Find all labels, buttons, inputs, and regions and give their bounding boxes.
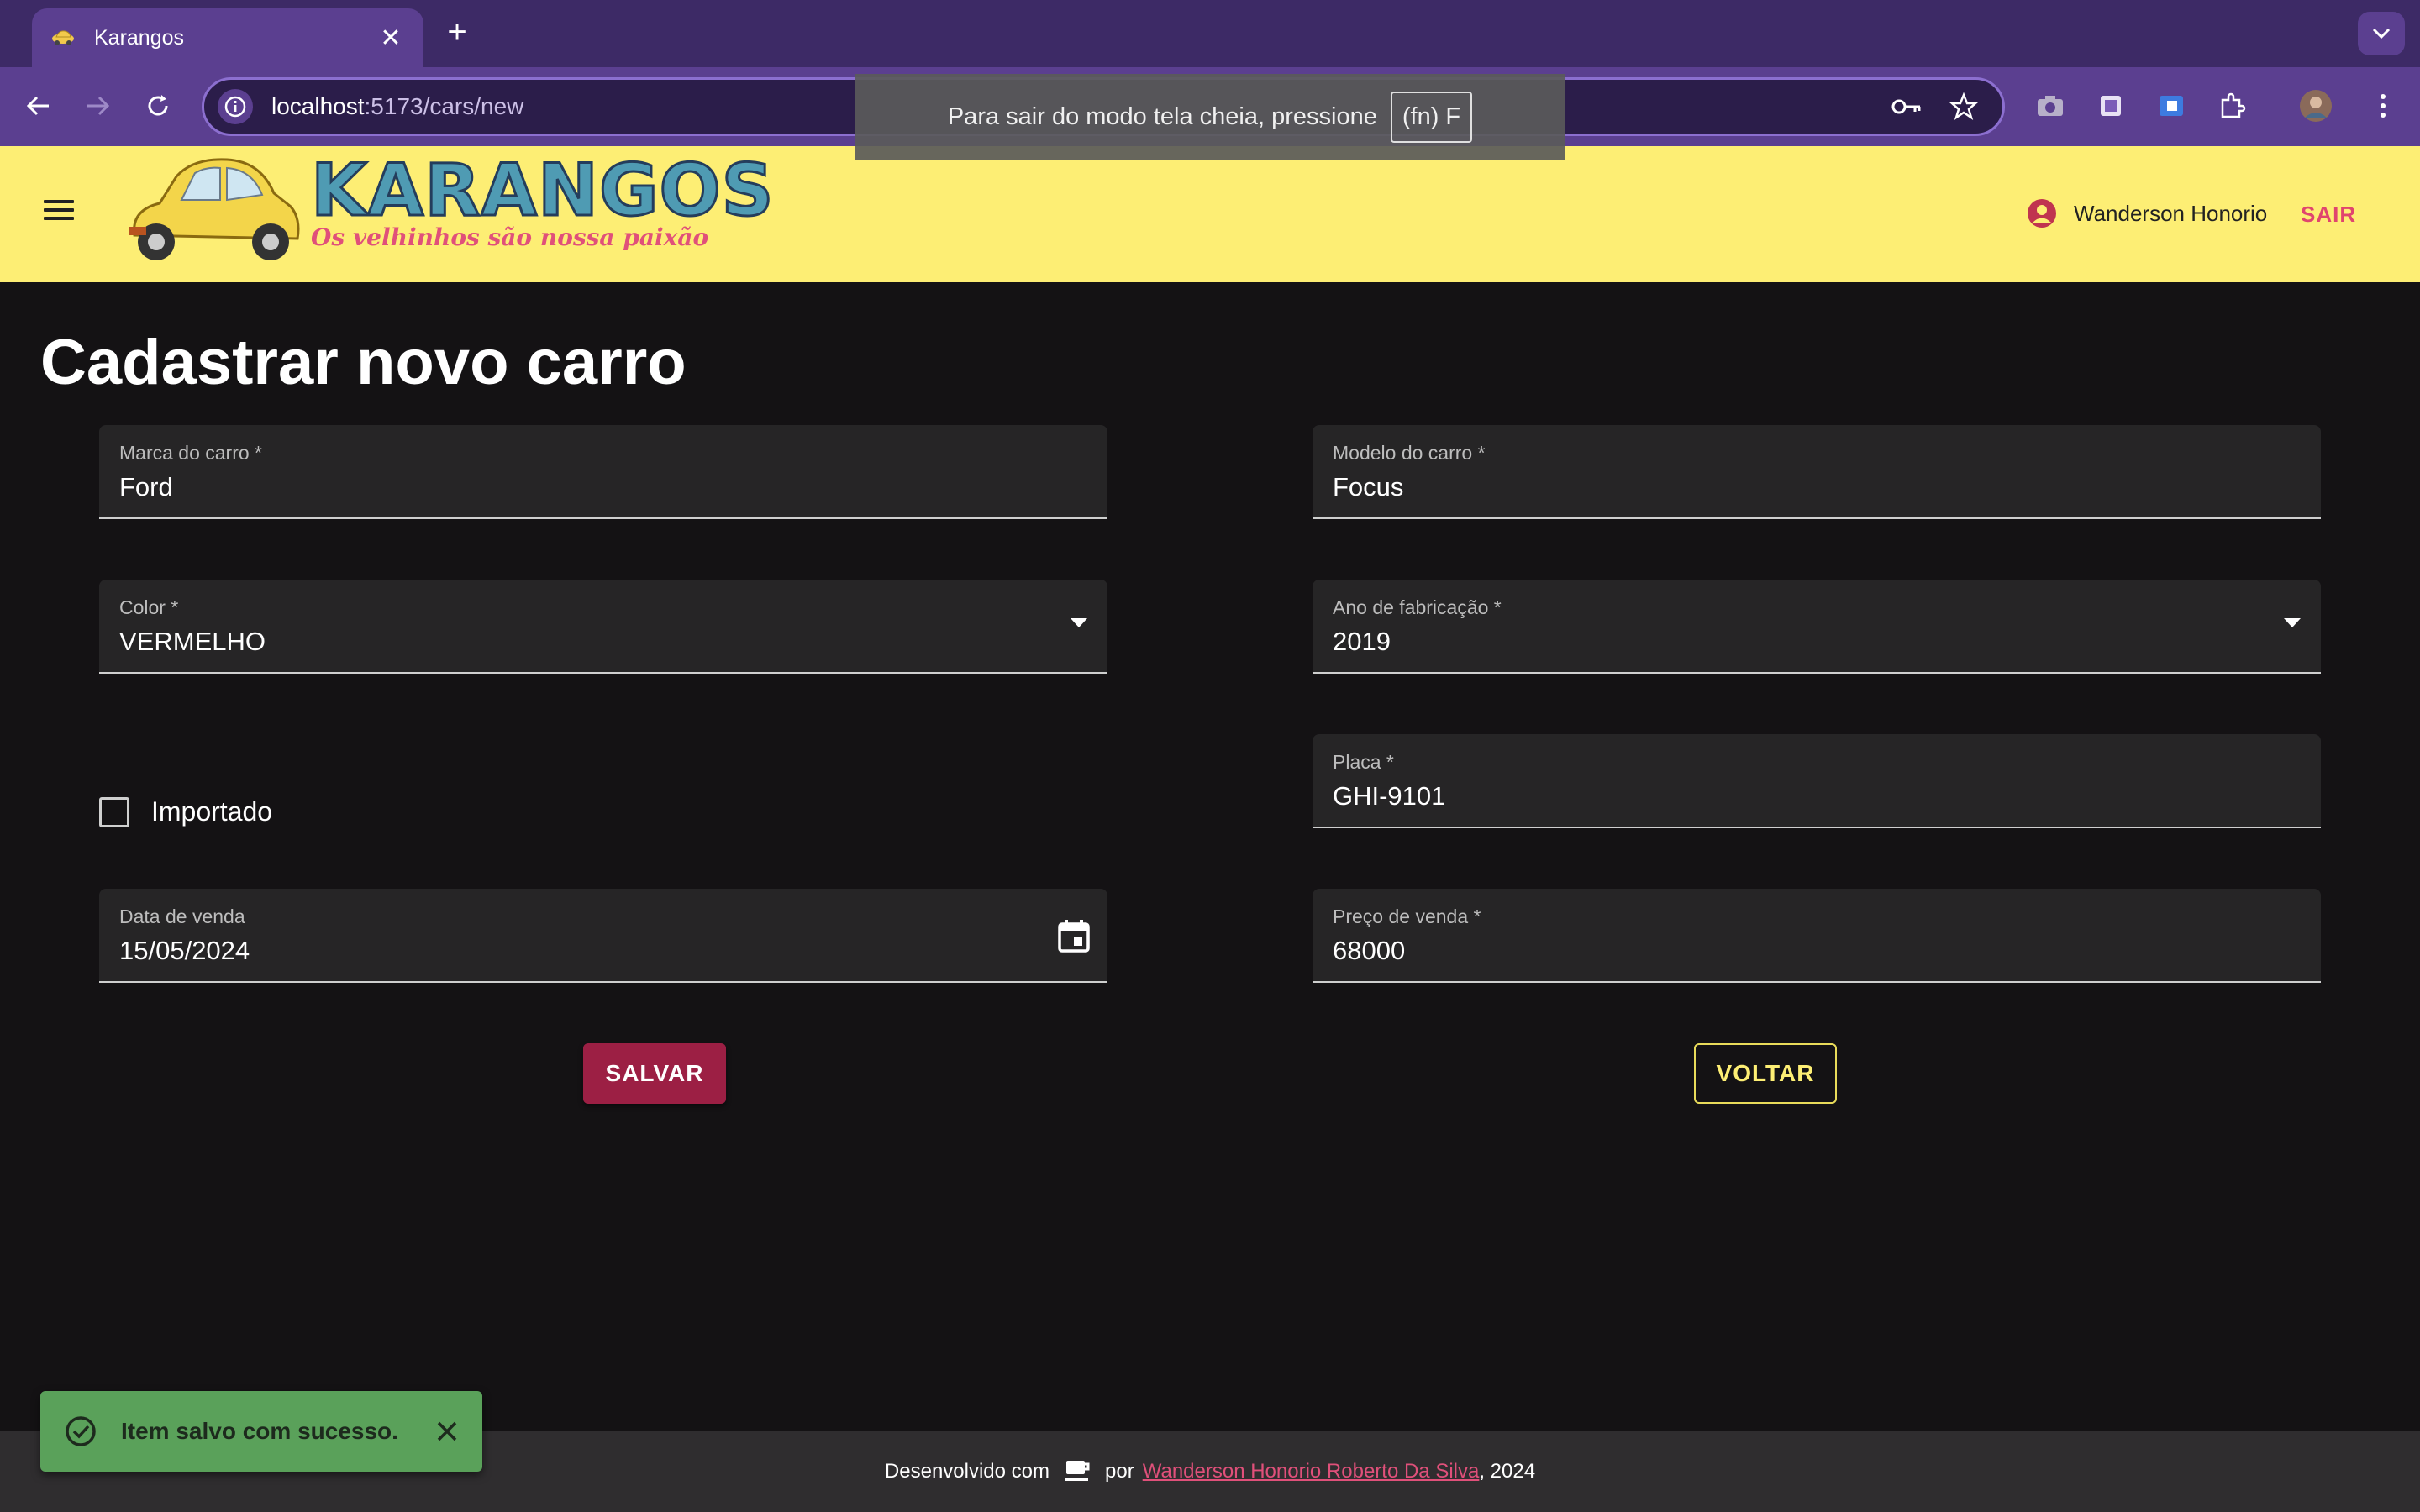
brand-label: Marca do carro * xyxy=(119,442,263,464)
logo-title: KARANGOS xyxy=(310,149,776,233)
camera-icon xyxy=(2038,96,2063,116)
fullscreen-notice-text: Para sair do modo tela cheia, pressione xyxy=(947,102,1377,130)
year-label: Ano de fabricação * xyxy=(1333,596,1502,618)
imported-label: Importado xyxy=(151,796,273,827)
extension-button-2[interactable] xyxy=(2153,87,2190,124)
logout-button[interactable]: SAIR xyxy=(2301,202,2356,228)
bookmark-button[interactable] xyxy=(1945,88,1982,125)
color-value: VERMELHO xyxy=(119,627,266,656)
browser-tab-bar: Karangos ✕ + xyxy=(0,0,2420,67)
color-select[interactable]: Color * VERMELHO xyxy=(99,580,1107,674)
chevron-down-icon xyxy=(2372,28,2391,39)
sale-price-label: Preço de venda * xyxy=(1333,906,1481,927)
back-nav-button[interactable] xyxy=(18,86,59,126)
url-host: localhost xyxy=(271,93,365,119)
sale-date-field[interactable]: Data de venda 15/05/2024 xyxy=(99,889,1107,983)
more-vert-icon xyxy=(2381,94,2386,118)
hamburger-icon xyxy=(44,200,74,203)
car-logo-icon xyxy=(129,158,300,260)
plate-label: Placa * xyxy=(1333,751,1394,773)
save-button[interactable]: SALVAR xyxy=(583,1043,726,1104)
author-link[interactable]: Wanderson Honorio Roberto Da Silva xyxy=(1143,1460,1480,1483)
dropdown-arrow-icon[interactable] xyxy=(2284,618,2301,628)
forward-nav-button[interactable] xyxy=(77,86,118,126)
coffee-icon xyxy=(1065,1461,1090,1481)
new-tab-button[interactable]: + xyxy=(440,13,474,51)
arrow-right-icon xyxy=(87,96,110,116)
year-value: 2019 xyxy=(1333,627,1391,656)
sale-date-label: Data de venda xyxy=(119,906,245,927)
site-info-button[interactable] xyxy=(218,89,253,124)
brand-field[interactable]: Marca do carro * Ford xyxy=(99,425,1107,519)
star-icon xyxy=(1949,92,1978,120)
reload-icon xyxy=(148,95,168,116)
snackbar-message: Item salvo com sucesso. xyxy=(121,1418,398,1444)
profile-avatar-button[interactable] xyxy=(2297,87,2334,124)
avatar-icon xyxy=(2300,90,2332,122)
imported-checkbox-row[interactable]: Importado xyxy=(99,796,272,827)
page-title: Cadastrar novo carro xyxy=(40,327,687,398)
sale-price-field[interactable]: Preço de venda * 68000 xyxy=(1313,889,2321,983)
arrow-left-icon xyxy=(26,96,49,116)
puzzle-icon xyxy=(2221,92,2246,118)
color-label: Color * xyxy=(119,596,179,618)
car-favicon-icon xyxy=(52,30,74,45)
footer-prefix: Desenvolvido com xyxy=(884,1460,1050,1483)
model-input[interactable]: Focus xyxy=(1333,472,1403,502)
back-button[interactable]: VOLTAR xyxy=(1694,1043,1837,1104)
tab-search-button[interactable] xyxy=(2358,12,2405,55)
footer-suffix: , 2024 xyxy=(1479,1460,1536,1483)
imported-checkbox[interactable] xyxy=(99,796,129,827)
model-field[interactable]: Modelo do carro * Focus xyxy=(1313,425,2321,519)
fullscreen-key-hint: (fn) F xyxy=(1390,91,1473,143)
calendar-icon[interactable] xyxy=(1055,917,1092,954)
info-icon xyxy=(224,96,246,118)
tab-title: Karangos xyxy=(94,25,185,50)
year-select[interactable]: Ano de fabricação * 2019 xyxy=(1313,580,2321,674)
plate-input[interactable]: GHI-9101 xyxy=(1333,781,1445,811)
fullscreen-exit-notice: Para sair do modo tela cheia, pressione … xyxy=(855,74,1565,160)
extension-blue-icon xyxy=(2160,96,2183,116)
menu-button[interactable] xyxy=(44,195,77,228)
check-circle-icon xyxy=(66,1416,96,1446)
close-icon[interactable] xyxy=(435,1420,459,1443)
extension-button-1[interactable] xyxy=(2092,87,2129,124)
key-icon xyxy=(1891,99,1921,114)
reload-button[interactable] xyxy=(138,86,178,126)
account-circle-icon xyxy=(2028,199,2056,228)
app-header: KARANGOS Os velhinhos são nossa paixão W… xyxy=(0,146,2420,282)
user-name: Wanderson Honorio xyxy=(2074,200,2268,226)
camera-extension-button[interactable] xyxy=(2032,87,2069,124)
plate-field[interactable]: Placa * GHI-9101 xyxy=(1313,734,2321,828)
extension-app-icon xyxy=(2101,96,2121,116)
browser-tab[interactable]: Karangos ✕ xyxy=(32,8,424,67)
browser-menu-button[interactable] xyxy=(2365,87,2402,124)
footer-by: por xyxy=(1105,1460,1134,1483)
brand-input[interactable]: Ford xyxy=(119,472,173,502)
sale-date-input[interactable]: 15/05/2024 xyxy=(119,936,250,966)
dropdown-arrow-icon[interactable] xyxy=(1071,618,1087,628)
success-snackbar: Item salvo com sucesso. xyxy=(40,1391,482,1472)
password-key-button[interactable] xyxy=(1888,88,1925,125)
sale-price-input[interactable]: 68000 xyxy=(1333,936,1405,966)
url-path: :5173/cars/new xyxy=(364,93,524,119)
user-info: Wanderson Honorio xyxy=(2027,198,2267,228)
extensions-button[interactable] xyxy=(2213,87,2250,124)
logo-subtitle: Os velhinhos são nossa paixão xyxy=(311,223,709,251)
close-tab-icon[interactable]: ✕ xyxy=(376,24,405,53)
model-label: Modelo do carro * xyxy=(1333,442,1486,464)
